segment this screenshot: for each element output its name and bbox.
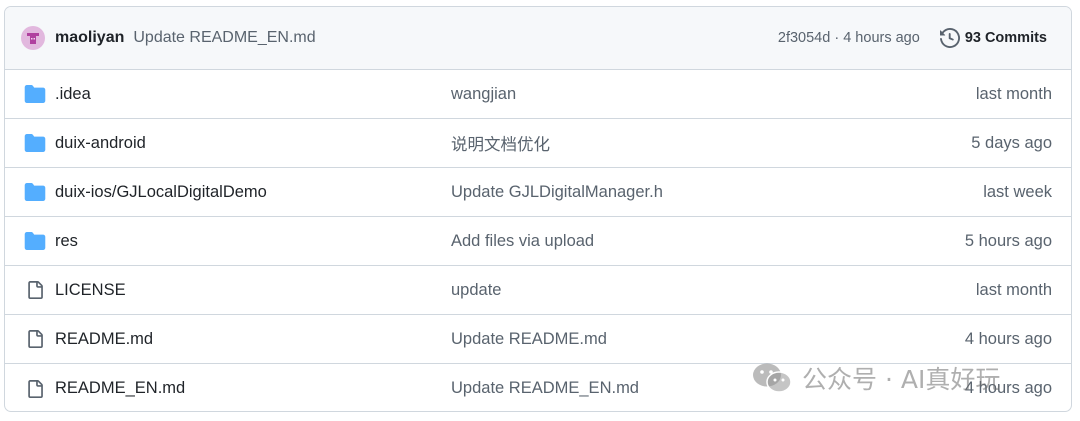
commits-history-link[interactable]: 93 Commits (939, 28, 1047, 48)
folder-icon (24, 231, 46, 251)
file-name[interactable]: duix-android (55, 134, 146, 153)
file-name[interactable]: LICENSE (55, 281, 126, 300)
file-commit-time: 4 hours ago (964, 379, 1052, 397)
file-name[interactable]: README.md (55, 330, 153, 349)
commit-author[interactable]: maoliyan (55, 29, 124, 47)
commit-time: 4 hours ago (843, 30, 920, 46)
commit-hash[interactable]: 2f3054d (778, 30, 830, 46)
file-commit-message[interactable]: 说明文档优化 (451, 131, 550, 155)
file-commit-time: 5 hours ago (964, 231, 1052, 250)
commit-meta: 2f3054d · 4 hours ago (778, 30, 920, 46)
file-commit-message[interactable]: update (451, 281, 501, 300)
commit-message[interactable]: Update README_EN.md (133, 29, 315, 47)
meta-separator: · (834, 30, 840, 46)
file-commit-message[interactable]: Add files via upload (451, 232, 594, 251)
folder-icon (24, 182, 46, 202)
file-icon (24, 280, 46, 300)
file-icon (24, 329, 46, 349)
identicon-avatar-icon (27, 33, 39, 44)
file-row[interactable]: LICENSE update last month (5, 266, 1071, 315)
file-row[interactable]: duix-ios/GJLocalDigitalDemo Update GJLDi… (5, 168, 1071, 217)
file-list: .idea wangjian last month duix-android 说… (5, 70, 1071, 411)
file-commit-time: last month (975, 280, 1052, 299)
latest-commit-header: maoliyan Update README_EN.md 2f3054d · 4… (5, 7, 1071, 70)
folder-icon (24, 84, 46, 104)
file-name[interactable]: README_EN.md (55, 379, 185, 398)
file-name[interactable]: res (55, 232, 78, 251)
commits-label: Commits (984, 30, 1047, 46)
file-icon (24, 379, 46, 399)
file-commit-message[interactable]: Update README_EN.md (451, 379, 639, 398)
file-name[interactable]: .idea (55, 85, 91, 104)
history-icon (939, 28, 960, 48)
file-commit-time: last week (983, 182, 1052, 201)
file-commit-message[interactable]: wangjian (451, 85, 516, 104)
folder-icon (24, 133, 46, 153)
file-row[interactable]: README_EN.md Update README_EN.md 4 hours… (5, 364, 1071, 411)
file-commit-message[interactable]: Update README.md (451, 330, 607, 349)
file-row[interactable]: duix-android 说明文档优化 5 days ago (5, 119, 1071, 168)
file-commit-time: last month (975, 84, 1052, 103)
file-browser: maoliyan Update README_EN.md 2f3054d · 4… (4, 6, 1072, 412)
file-row[interactable]: README.md Update README.md 4 hours ago (5, 315, 1071, 364)
author-avatar[interactable] (21, 26, 45, 50)
commits-count: 93 (964, 30, 981, 46)
file-row[interactable]: .idea wangjian last month (5, 70, 1071, 119)
file-commit-time: 4 hours ago (964, 329, 1052, 348)
file-commit-message[interactable]: Update GJLDigitalManager.h (451, 183, 663, 202)
file-commit-time: 5 days ago (971, 133, 1052, 152)
file-name[interactable]: duix-ios/GJLocalDigitalDemo (55, 183, 267, 202)
file-row[interactable]: res Add files via upload 5 hours ago (5, 217, 1071, 266)
